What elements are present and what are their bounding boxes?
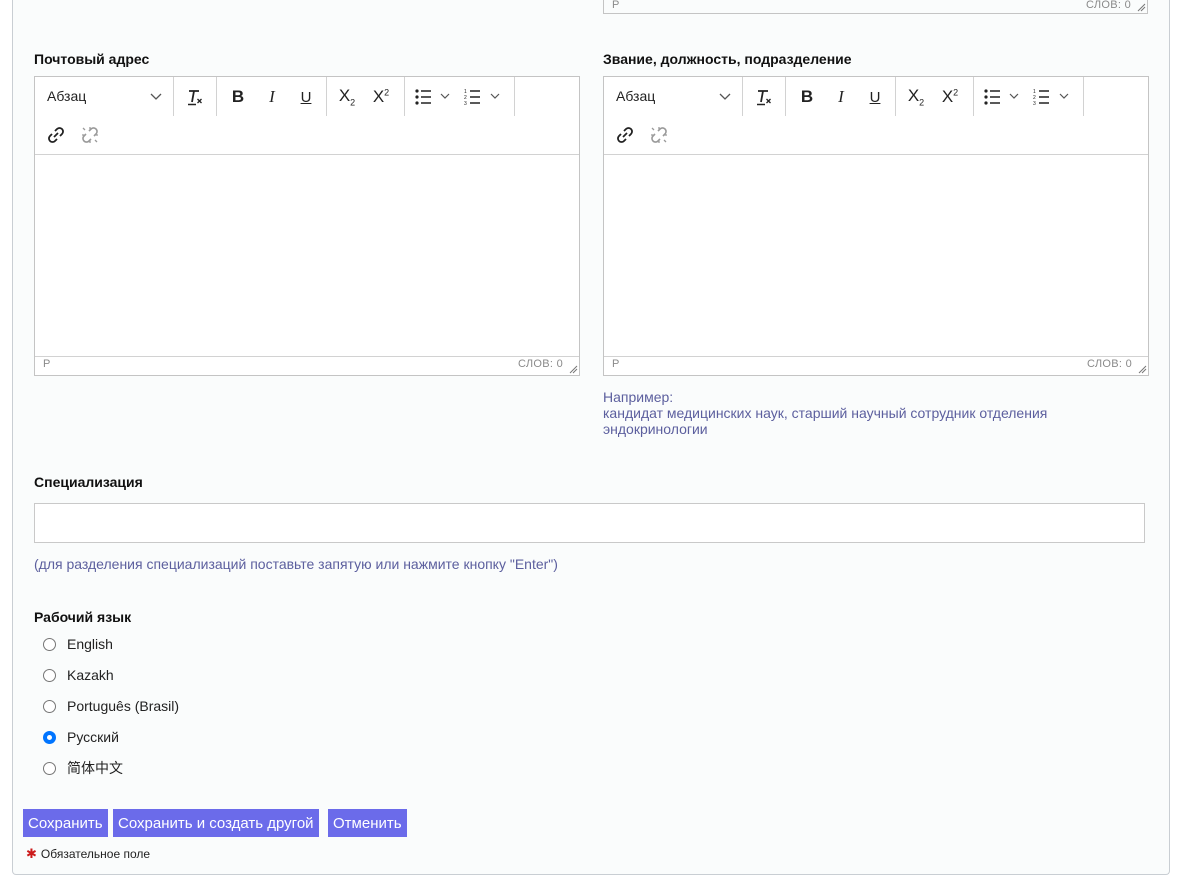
radio-label: 简体中文 [67,760,123,776]
hint-line: кандидат медицинских наук, старший научн… [603,405,1048,421]
status-path: P [43,358,51,370]
title-position-label: Звание, должность, подразделение [603,51,852,67]
format-dropdown[interactable]: Абзац [604,77,743,116]
word-count: СЛОВ: 0 [1085,0,1131,11]
format-dropdown-label: Абзац [616,88,656,104]
italic-icon[interactable]: I [260,86,284,108]
link-icon[interactable] [44,124,68,146]
clear-formatting-icon[interactable] [752,86,776,108]
subscript-icon[interactable]: X2 [335,86,359,108]
numbered-list-icon[interactable]: 123 [463,86,503,108]
title-position-editor: Абзац B I U X2 X2 123 P СЛОВ: 0 [603,76,1149,376]
editor-statusbar: P СЛОВ: 0 [35,356,579,375]
required-note-text: Обязательное поле [40,847,151,861]
unlink-icon[interactable] [647,124,671,146]
radio-button-checked[interactable] [43,730,56,744]
superscript-icon[interactable]: X2 [938,86,962,108]
language-option-english[interactable]: English [43,634,113,654]
radio-button[interactable] [43,668,56,682]
postal-address-label: Почтовый адрес [34,51,150,67]
italic-icon[interactable]: I [829,86,853,108]
editor-toolbar-row2 [604,116,1148,155]
clear-formatting-icon[interactable] [183,86,207,108]
hint-line: Например: [603,389,674,405]
radio-label: Русский [67,729,119,745]
radio-button[interactable] [43,699,56,713]
svg-text:3: 3 [1033,101,1036,106]
specialization-hint: (для разделения специализаций поставьте … [34,556,558,572]
format-dropdown[interactable]: Абзац [35,77,174,116]
chevron-down-icon [719,93,731,100]
working-language-label: Рабочий язык [34,609,132,625]
language-option-portuguese[interactable]: Português (Brasil) [43,696,179,716]
svg-text:3: 3 [464,101,467,106]
radio-label: Português (Brasil) [67,698,180,714]
title-position-textarea[interactable] [604,155,1148,357]
language-option-russian[interactable]: Русский [43,727,119,747]
bulleted-list-icon[interactable] [413,86,453,108]
link-icon[interactable] [613,124,637,146]
title-position-hint: Например: кандидат медицинских наук, ста… [603,389,1163,437]
superscript-icon[interactable]: X2 [369,86,393,108]
postal-address-editor: Абзац B I U X2 X2 123 P СЛОВ: 0 [34,76,580,376]
underline-icon[interactable]: U [294,86,318,108]
specialization-label: Специализация [34,474,143,490]
language-option-chinese[interactable]: 简体中文 [43,758,123,778]
specialization-input[interactable] [34,503,1145,543]
cancel-button[interactable]: Отменить [328,809,407,837]
radio-button[interactable] [43,761,56,775]
hint-line: эндокринологии [603,421,708,437]
format-dropdown-label: Абзац [47,88,87,104]
radio-label: English [67,636,113,652]
postal-address-textarea[interactable] [35,155,579,357]
bulleted-list-icon[interactable] [982,86,1022,108]
unlink-icon[interactable] [78,124,102,146]
underline-icon[interactable]: U [863,86,887,108]
radio-label: Kazakh [67,667,114,683]
editor-toolbar: Абзац B I U X2 X2 123 [604,77,1148,117]
required-star-icon: ✱ [26,846,37,861]
language-option-kazakh[interactable]: Kazakh [43,665,114,685]
resize-handle-icon[interactable] [568,364,578,374]
subscript-icon[interactable]: X2 [904,86,928,108]
bold-icon[interactable]: B [795,86,819,108]
resize-handle-icon[interactable] [1136,2,1146,12]
bold-icon[interactable]: B [226,86,250,108]
status-path: P [612,358,620,370]
word-count: СЛОВ: 0 [1086,358,1132,370]
save-button[interactable]: Сохранить [23,809,108,837]
required-field-note: ✱ Обязательное поле [26,846,150,862]
save-and-create-button[interactable]: Сохранить и создать другой [113,809,319,837]
numbered-list-icon[interactable]: 123 [1032,86,1072,108]
editor-toolbar-row2 [35,116,579,155]
radio-button[interactable] [43,637,56,651]
editor-statusbar: P СЛОВ: 0 [604,356,1148,375]
status-path: P [612,0,620,11]
resize-handle-icon[interactable] [1137,364,1147,374]
editor-toolbar: Абзац B I U X2 X2 123 [35,77,579,117]
word-count: СЛОВ: 0 [517,358,563,370]
previous-editor-statusbar: P СЛОВ: 0 [603,0,1148,14]
chevron-down-icon [150,93,162,100]
